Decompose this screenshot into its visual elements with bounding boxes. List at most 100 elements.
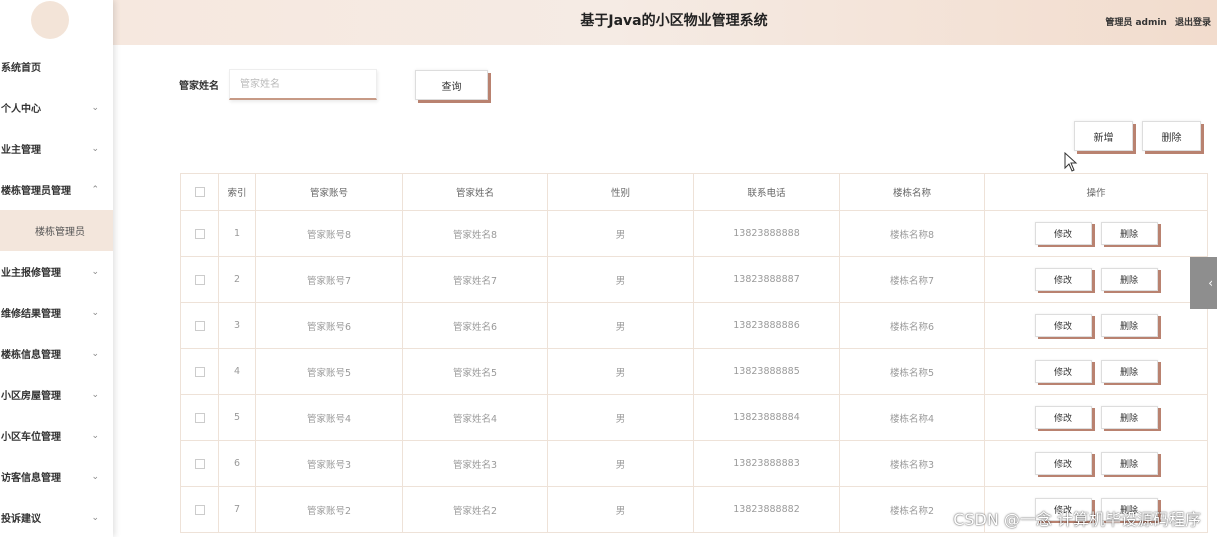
- sidebar-item[interactable]: 个人中心 ⌄: [0, 87, 113, 128]
- query-button[interactable]: 查询: [415, 70, 488, 100]
- cell-account: 管家账号5: [255, 348, 403, 395]
- add-button[interactable]: 新增: [1074, 121, 1133, 151]
- row-select-cell: [180, 440, 219, 487]
- header-building: 楼栋名称: [839, 173, 985, 211]
- row-delete-button[interactable]: 删除: [1100, 314, 1158, 337]
- sidebar-item[interactable]: 楼栋管理员管理 ⌃: [0, 169, 113, 210]
- sidebar-item-label: 系统首页: [1, 63, 41, 74]
- header-gender: 性别: [547, 173, 694, 211]
- cell-name: 管家姓名6: [402, 302, 548, 349]
- cell-index: 3: [218, 302, 256, 349]
- row-checkbox[interactable]: [194, 504, 205, 515]
- select-all-cell: [180, 173, 219, 211]
- cell-gender: 男: [547, 210, 694, 257]
- select-all-checkbox[interactable]: [194, 187, 205, 197]
- cell-gender: 男: [547, 348, 694, 395]
- search-input[interactable]: [229, 69, 377, 100]
- row-checkbox[interactable]: [194, 412, 205, 423]
- sidebar-item[interactable]: 小区房屋管理 ⌄: [0, 374, 113, 415]
- cell-building: 楼栋名称3: [839, 440, 985, 487]
- top-header: 基于Java的小区物业管理系统 管理员 admin 退出登录: [113, 0, 1217, 45]
- sidebar-item-label: 个人中心: [1, 104, 41, 115]
- chevron-down-icon: ⌄: [91, 266, 99, 277]
- sidebar-item-label: 楼栋管理员管理: [1, 186, 71, 197]
- sidebar-item[interactable]: 维修结果管理 ⌄: [0, 292, 113, 333]
- cell-actions: 修改 删除: [984, 256, 1208, 303]
- row-checkbox[interactable]: [194, 366, 205, 377]
- chevron-down-icon: ⌄: [91, 512, 99, 523]
- watermark: CSDN @一念 计算机毕设源码程序: [953, 510, 1201, 529]
- header-actions: 操作: [984, 173, 1208, 211]
- table-body: 1 管家账号8 管家姓名8 男 13823888888 楼栋名称8 修改 删除 2 管家账号7 管家…: [180, 210, 1208, 533]
- cell-actions: 修改 删除: [984, 440, 1208, 487]
- cell-gender: 男: [547, 302, 694, 349]
- edit-button[interactable]: 修改: [1034, 360, 1092, 383]
- sidebar-item-label: 投诉建议: [1, 514, 41, 525]
- cell-phone: 13823888886: [693, 302, 840, 349]
- sidebar-item[interactable]: 业主报修管理 ⌄: [0, 251, 113, 292]
- cell-name: 管家姓名5: [402, 348, 548, 395]
- row-delete-button[interactable]: 删除: [1100, 452, 1158, 475]
- sidebar-item[interactable]: 业主管理 ⌄: [0, 128, 113, 169]
- row-actions: 修改 删除: [985, 222, 1207, 245]
- sidebar-item-label: 访客信息管理: [1, 473, 61, 484]
- row-delete-button[interactable]: 删除: [1100, 222, 1158, 245]
- edit-button[interactable]: 修改: [1034, 314, 1092, 337]
- chevron-down-icon: ⌄: [91, 430, 99, 441]
- row-checkbox[interactable]: [194, 320, 205, 331]
- row-delete-button[interactable]: 删除: [1100, 360, 1158, 383]
- edit-button[interactable]: 修改: [1034, 222, 1092, 245]
- chevron-down-icon: ⌄: [91, 143, 99, 154]
- cell-name: 管家姓名7: [402, 256, 548, 303]
- edit-button[interactable]: 修改: [1034, 268, 1092, 291]
- admin-label: 管理员 admin: [1105, 18, 1167, 28]
- cell-account: 管家账号6: [255, 302, 403, 349]
- cell-name: 管家姓名8: [402, 210, 548, 257]
- row-delete-button[interactable]: 删除: [1100, 406, 1158, 429]
- sidebar-item[interactable]: 小区车位管理 ⌄: [0, 415, 113, 456]
- cell-name: 管家姓名4: [402, 394, 548, 441]
- cell-name: 管家姓名3: [402, 440, 548, 487]
- cell-account: 管家账号8: [255, 210, 403, 257]
- row-checkbox[interactable]: [194, 274, 205, 285]
- cell-actions: 修改 删除: [984, 394, 1208, 441]
- sidebar-item[interactable]: 访客信息管理 ⌄: [0, 456, 113, 497]
- sidebar-item[interactable]: 楼栋管理员: [0, 210, 113, 251]
- chevron-up-icon: ⌃: [91, 184, 99, 195]
- sidebar-item[interactable]: 投诉建议 ⌄: [0, 497, 113, 537]
- cell-index: 7: [218, 486, 256, 533]
- row-select-cell: [180, 348, 219, 395]
- cell-phone: 13823888884: [693, 394, 840, 441]
- search-label: 管家姓名: [179, 81, 219, 92]
- logout-link[interactable]: 退出登录: [1175, 18, 1211, 28]
- row-actions: 修改 删除: [985, 314, 1207, 337]
- sidebar-item[interactable]: 楼栋信息管理 ⌄: [0, 333, 113, 374]
- edit-button[interactable]: 修改: [1034, 406, 1092, 429]
- chevron-down-icon: ⌄: [91, 471, 99, 482]
- edit-button[interactable]: 修改: [1034, 452, 1092, 475]
- cell-index: 6: [218, 440, 256, 487]
- data-table: 索引 管家账号 管家姓名 性别 联系电话 楼栋名称 操作 1 管家账号8 管家姓名8…: [180, 173, 1208, 533]
- row-select-cell: [180, 302, 219, 349]
- row-checkbox[interactable]: [194, 458, 205, 469]
- table-row: 6 管家账号3 管家姓名3 男 13823888883 楼栋名称3 修改 删除: [180, 440, 1208, 487]
- sidebar-item-label: 维修结果管理: [1, 309, 61, 320]
- avatar[interactable]: [31, 1, 69, 39]
- table-header-row: 索引 管家账号 管家姓名 性别 联系电话 楼栋名称 操作: [180, 173, 1208, 211]
- cell-index: 1: [218, 210, 256, 257]
- cell-account: 管家账号4: [255, 394, 403, 441]
- table-row: 1 管家账号8 管家姓名8 男 13823888888 楼栋名称8 修改 删除: [180, 210, 1208, 257]
- data-table-container: 索引 管家账号 管家姓名 性别 联系电话 楼栋名称 操作 1 管家账号8 管家姓名8…: [180, 173, 1208, 537]
- cell-gender: 男: [547, 256, 694, 303]
- side-collapse-tab[interactable]: ‹: [1190, 257, 1217, 309]
- sidebar-menu: 系统首页 个人中心 ⌄ 业主管理 ⌄ 楼栋管理员管理 ⌃ 楼栋管理员 业主报修管理 ⌄ 维修结果管理…: [0, 46, 113, 537]
- cell-building: 楼栋名称4: [839, 394, 985, 441]
- batch-delete-button[interactable]: 删除: [1142, 121, 1201, 151]
- cell-phone: 13823888887: [693, 256, 840, 303]
- header-name: 管家姓名: [402, 173, 548, 211]
- sidebar-item[interactable]: 系统首页: [0, 46, 113, 87]
- cell-building: 楼栋名称8: [839, 210, 985, 257]
- row-delete-button[interactable]: 删除: [1100, 268, 1158, 291]
- row-checkbox[interactable]: [194, 228, 205, 239]
- page-title: 基于Java的小区物业管理系统: [580, 13, 768, 29]
